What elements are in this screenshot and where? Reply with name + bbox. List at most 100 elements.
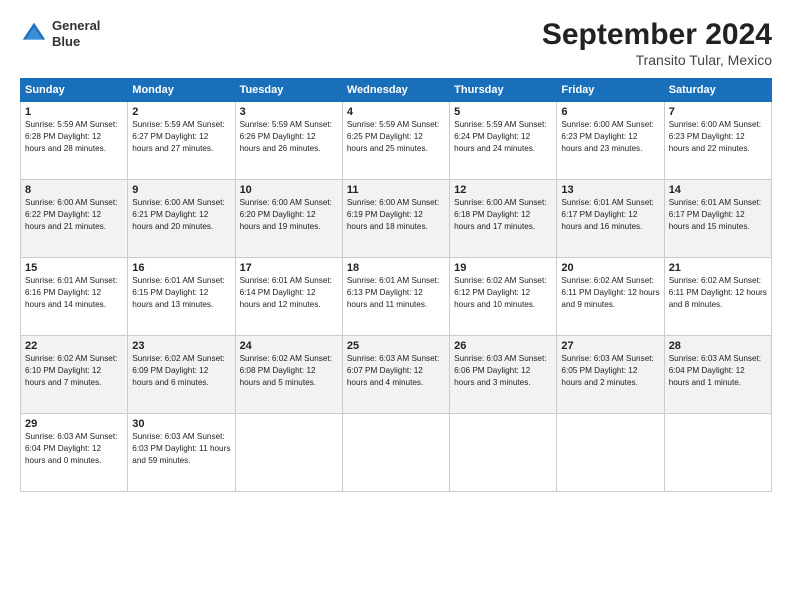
table-row: 25Sunrise: 6:03 AM Sunset: 6:07 PM Dayli…: [342, 336, 449, 414]
day-info: Sunrise: 6:02 AM Sunset: 6:11 PM Dayligh…: [561, 275, 659, 311]
col-wednesday: Wednesday: [342, 79, 449, 102]
table-row: 22Sunrise: 6:02 AM Sunset: 6:10 PM Dayli…: [21, 336, 128, 414]
day-number: 1: [25, 106, 123, 118]
header: General Blue September 2024 Transito Tul…: [20, 18, 772, 68]
table-row: [664, 414, 771, 492]
table-row: 24Sunrise: 6:02 AM Sunset: 6:08 PM Dayli…: [235, 336, 342, 414]
day-info: Sunrise: 6:02 AM Sunset: 6:10 PM Dayligh…: [25, 353, 123, 389]
month-title: September 2024: [542, 18, 772, 52]
table-row: [342, 414, 449, 492]
day-info: Sunrise: 6:02 AM Sunset: 6:11 PM Dayligh…: [669, 275, 767, 311]
table-row: 12Sunrise: 6:00 AM Sunset: 6:18 PM Dayli…: [450, 180, 557, 258]
table-row: 28Sunrise: 6:03 AM Sunset: 6:04 PM Dayli…: [664, 336, 771, 414]
col-tuesday: Tuesday: [235, 79, 342, 102]
day-number: 8: [25, 184, 123, 196]
day-info: Sunrise: 6:03 AM Sunset: 6:07 PM Dayligh…: [347, 353, 445, 389]
day-info: Sunrise: 6:00 AM Sunset: 6:23 PM Dayligh…: [669, 119, 767, 155]
table-row: 4Sunrise: 5:59 AM Sunset: 6:25 PM Daylig…: [342, 102, 449, 180]
day-number: 27: [561, 340, 659, 352]
day-info: Sunrise: 5:59 AM Sunset: 6:28 PM Dayligh…: [25, 119, 123, 155]
day-info: Sunrise: 5:59 AM Sunset: 6:27 PM Dayligh…: [132, 119, 230, 155]
calendar-row: 29Sunrise: 6:03 AM Sunset: 6:04 PM Dayli…: [21, 414, 772, 492]
col-saturday: Saturday: [664, 79, 771, 102]
table-row: 5Sunrise: 5:59 AM Sunset: 6:24 PM Daylig…: [450, 102, 557, 180]
table-row: [557, 414, 664, 492]
day-info: Sunrise: 6:03 AM Sunset: 6:05 PM Dayligh…: [561, 353, 659, 389]
table-row: 6Sunrise: 6:00 AM Sunset: 6:23 PM Daylig…: [557, 102, 664, 180]
title-block: September 2024 Transito Tular, Mexico: [542, 18, 772, 68]
day-number: 30: [132, 418, 230, 430]
day-info: Sunrise: 6:02 AM Sunset: 6:12 PM Dayligh…: [454, 275, 552, 311]
day-number: 17: [240, 262, 338, 274]
day-info: Sunrise: 6:01 AM Sunset: 6:17 PM Dayligh…: [669, 197, 767, 233]
table-row: 1Sunrise: 5:59 AM Sunset: 6:28 PM Daylig…: [21, 102, 128, 180]
calendar-row: 22Sunrise: 6:02 AM Sunset: 6:10 PM Dayli…: [21, 336, 772, 414]
day-info: Sunrise: 5:59 AM Sunset: 6:25 PM Dayligh…: [347, 119, 445, 155]
table-row: 23Sunrise: 6:02 AM Sunset: 6:09 PM Dayli…: [128, 336, 235, 414]
day-number: 3: [240, 106, 338, 118]
day-info: Sunrise: 6:00 AM Sunset: 6:21 PM Dayligh…: [132, 197, 230, 233]
table-row: 15Sunrise: 6:01 AM Sunset: 6:16 PM Dayli…: [21, 258, 128, 336]
table-row: 26Sunrise: 6:03 AM Sunset: 6:06 PM Dayli…: [450, 336, 557, 414]
day-number: 14: [669, 184, 767, 196]
calendar-table: Sunday Monday Tuesday Wednesday Thursday…: [20, 78, 772, 492]
day-number: 29: [25, 418, 123, 430]
table-row: [235, 414, 342, 492]
day-info: Sunrise: 6:01 AM Sunset: 6:16 PM Dayligh…: [25, 275, 123, 311]
col-monday: Monday: [128, 79, 235, 102]
day-info: Sunrise: 6:02 AM Sunset: 6:08 PM Dayligh…: [240, 353, 338, 389]
table-row: 14Sunrise: 6:01 AM Sunset: 6:17 PM Dayli…: [664, 180, 771, 258]
day-info: Sunrise: 6:00 AM Sunset: 6:22 PM Dayligh…: [25, 197, 123, 233]
calendar-row: 15Sunrise: 6:01 AM Sunset: 6:16 PM Dayli…: [21, 258, 772, 336]
day-info: Sunrise: 5:59 AM Sunset: 6:26 PM Dayligh…: [240, 119, 338, 155]
table-row: 3Sunrise: 5:59 AM Sunset: 6:26 PM Daylig…: [235, 102, 342, 180]
table-row: 30Sunrise: 6:03 AM Sunset: 6:03 PM Dayli…: [128, 414, 235, 492]
col-sunday: Sunday: [21, 79, 128, 102]
day-info: Sunrise: 6:03 AM Sunset: 6:06 PM Dayligh…: [454, 353, 552, 389]
table-row: 9Sunrise: 6:00 AM Sunset: 6:21 PM Daylig…: [128, 180, 235, 258]
day-info: Sunrise: 6:02 AM Sunset: 6:09 PM Dayligh…: [132, 353, 230, 389]
table-row: 27Sunrise: 6:03 AM Sunset: 6:05 PM Dayli…: [557, 336, 664, 414]
table-row: 8Sunrise: 6:00 AM Sunset: 6:22 PM Daylig…: [21, 180, 128, 258]
calendar-header-row: Sunday Monday Tuesday Wednesday Thursday…: [21, 79, 772, 102]
day-info: Sunrise: 6:00 AM Sunset: 6:18 PM Dayligh…: [454, 197, 552, 233]
day-number: 16: [132, 262, 230, 274]
table-row: 17Sunrise: 6:01 AM Sunset: 6:14 PM Dayli…: [235, 258, 342, 336]
day-info: Sunrise: 6:01 AM Sunset: 6:15 PM Dayligh…: [132, 275, 230, 311]
calendar-row: 8Sunrise: 6:00 AM Sunset: 6:22 PM Daylig…: [21, 180, 772, 258]
day-info: Sunrise: 6:00 AM Sunset: 6:19 PM Dayligh…: [347, 197, 445, 233]
table-row: 11Sunrise: 6:00 AM Sunset: 6:19 PM Dayli…: [342, 180, 449, 258]
table-row: 20Sunrise: 6:02 AM Sunset: 6:11 PM Dayli…: [557, 258, 664, 336]
day-number: 19: [454, 262, 552, 274]
table-row: 19Sunrise: 6:02 AM Sunset: 6:12 PM Dayli…: [450, 258, 557, 336]
day-number: 25: [347, 340, 445, 352]
table-row: 13Sunrise: 6:01 AM Sunset: 6:17 PM Dayli…: [557, 180, 664, 258]
day-info: Sunrise: 6:01 AM Sunset: 6:13 PM Dayligh…: [347, 275, 445, 311]
day-number: 10: [240, 184, 338, 196]
day-info: Sunrise: 6:01 AM Sunset: 6:17 PM Dayligh…: [561, 197, 659, 233]
calendar-body: 1Sunrise: 5:59 AM Sunset: 6:28 PM Daylig…: [21, 102, 772, 492]
col-thursday: Thursday: [450, 79, 557, 102]
table-row: 16Sunrise: 6:01 AM Sunset: 6:15 PM Dayli…: [128, 258, 235, 336]
day-number: 13: [561, 184, 659, 196]
day-info: Sunrise: 6:00 AM Sunset: 6:20 PM Dayligh…: [240, 197, 338, 233]
day-info: Sunrise: 6:03 AM Sunset: 6:04 PM Dayligh…: [25, 431, 123, 467]
day-number: 9: [132, 184, 230, 196]
table-row: 21Sunrise: 6:02 AM Sunset: 6:11 PM Dayli…: [664, 258, 771, 336]
day-number: 21: [669, 262, 767, 274]
calendar-page: General Blue September 2024 Transito Tul…: [0, 0, 792, 612]
logo: General Blue: [20, 18, 100, 49]
table-row: 29Sunrise: 6:03 AM Sunset: 6:04 PM Dayli…: [21, 414, 128, 492]
day-number: 26: [454, 340, 552, 352]
day-info: Sunrise: 6:01 AM Sunset: 6:14 PM Dayligh…: [240, 275, 338, 311]
day-number: 24: [240, 340, 338, 352]
day-number: 18: [347, 262, 445, 274]
day-number: 22: [25, 340, 123, 352]
col-friday: Friday: [557, 79, 664, 102]
day-number: 28: [669, 340, 767, 352]
table-row: 7Sunrise: 6:00 AM Sunset: 6:23 PM Daylig…: [664, 102, 771, 180]
calendar-row: 1Sunrise: 5:59 AM Sunset: 6:28 PM Daylig…: [21, 102, 772, 180]
day-number: 4: [347, 106, 445, 118]
location-subtitle: Transito Tular, Mexico: [542, 52, 772, 68]
day-info: Sunrise: 6:03 AM Sunset: 6:03 PM Dayligh…: [132, 431, 230, 467]
